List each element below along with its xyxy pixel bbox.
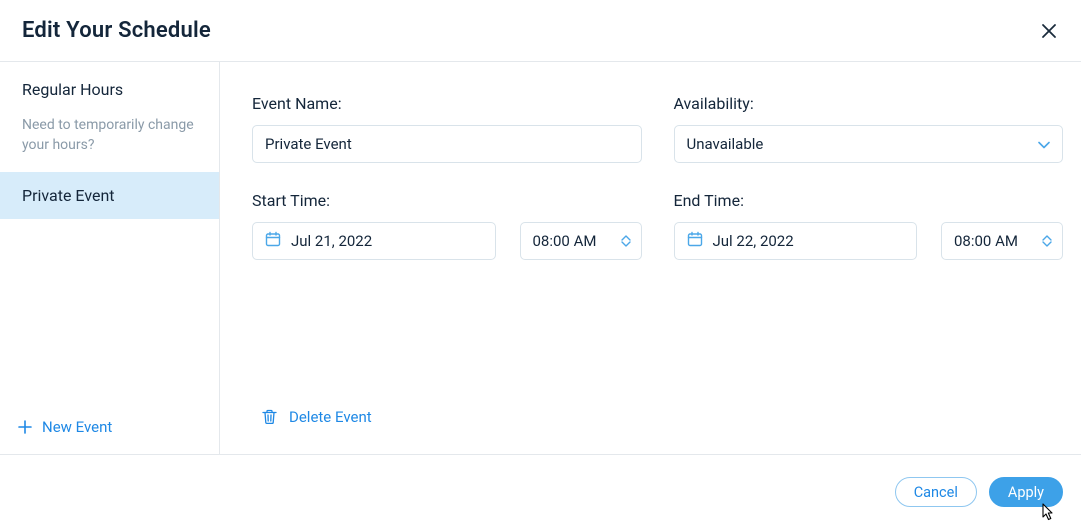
calendar-icon [265, 231, 281, 251]
col-availability: Availability: Unavailable [674, 94, 1064, 163]
trash-icon [262, 409, 277, 425]
sidebar-note: Need to temporarily change your hours? [0, 113, 219, 172]
event-name-label: Event Name: [252, 94, 642, 113]
modal-body: Regular Hours Need to temporarily change… [0, 61, 1081, 454]
main-spacer [252, 260, 1063, 402]
end-datetime-row: Jul 22, 2022 08:00 AM [674, 222, 1064, 260]
new-event-button[interactable]: New Event [0, 404, 219, 454]
event-name-input[interactable] [265, 135, 629, 153]
end-date-field[interactable]: Jul 22, 2022 [674, 222, 918, 260]
col-start-time: Start Time: Jul 21, 2022 08:00 AM [252, 191, 642, 260]
new-event-label: New Event [42, 418, 112, 436]
end-time-label: End Time: [674, 191, 1064, 210]
start-datetime-row: Jul 21, 2022 08:00 AM [252, 222, 642, 260]
row-name-availability: Event Name: Availability: Unavailable [252, 94, 1063, 163]
start-date-field[interactable]: Jul 21, 2022 [252, 222, 496, 260]
availability-value: Unavailable [687, 135, 764, 153]
row-times: Start Time: Jul 21, 2022 08:00 AM [252, 191, 1063, 260]
modal-header: Edit Your Schedule [0, 0, 1081, 61]
form-grid: Event Name: Availability: Unavailable [252, 94, 1063, 260]
chevron-down-icon [1038, 135, 1050, 153]
start-time-value: 08:00 AM [533, 232, 597, 250]
chevron-down-icon[interactable] [1042, 241, 1052, 247]
sidebar: Regular Hours Need to temporarily change… [0, 62, 220, 454]
availability-label: Availability: [674, 94, 1064, 113]
calendar-icon [687, 231, 703, 251]
end-time-value: 08:00 AM [954, 232, 1018, 250]
sidebar-item-private-event[interactable]: Private Event [0, 172, 219, 219]
end-time-field[interactable]: 08:00 AM [941, 222, 1063, 260]
chevron-down-icon[interactable] [621, 241, 631, 247]
start-time-stepper [621, 235, 631, 247]
start-time-field[interactable]: 08:00 AM [520, 222, 642, 260]
col-event-name: Event Name: [252, 94, 642, 163]
edit-schedule-modal: Edit Your Schedule Regular Hours Need to… [0, 0, 1081, 517]
close-icon [1041, 23, 1057, 39]
end-date-value: Jul 22, 2022 [713, 232, 794, 250]
cancel-button[interactable]: Cancel [895, 477, 977, 507]
apply-button[interactable]: Apply [989, 477, 1063, 507]
start-time-label: Start Time: [252, 191, 642, 210]
plus-icon [18, 420, 32, 434]
start-date-value: Jul 21, 2022 [291, 232, 372, 250]
event-name-field-wrap [252, 125, 642, 163]
sidebar-item-regular-hours[interactable]: Regular Hours [0, 62, 219, 113]
delete-event-label: Delete Event [289, 408, 372, 426]
modal-footer: Cancel Apply [0, 454, 1081, 517]
main-panel: Event Name: Availability: Unavailable [220, 62, 1081, 454]
modal-title: Edit Your Schedule [22, 18, 211, 43]
end-time-stepper [1042, 235, 1052, 247]
availability-select[interactable]: Unavailable [674, 125, 1064, 163]
sidebar-top: Regular Hours Need to temporarily change… [0, 62, 219, 404]
delete-event-button[interactable]: Delete Event [252, 402, 1063, 444]
close-button[interactable] [1037, 19, 1061, 43]
col-end-time: End Time: Jul 22, 2022 08:00 AM [674, 191, 1064, 260]
